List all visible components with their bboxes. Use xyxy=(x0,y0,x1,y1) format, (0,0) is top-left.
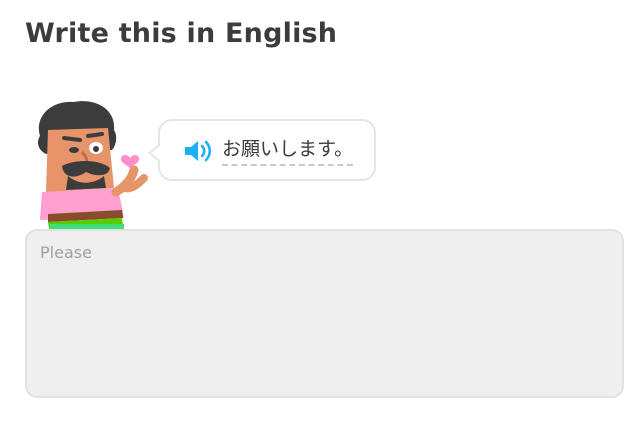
page-title: Write this in English xyxy=(25,18,338,49)
character-illustration xyxy=(38,101,148,234)
exercise-page: Write this in English お願いします。 Please xyxy=(0,0,644,430)
speech-bubble-tail-inner xyxy=(151,145,161,161)
speaker-icon[interactable] xyxy=(182,137,214,165)
answer-input[interactable] xyxy=(25,229,624,398)
prompt-text[interactable]: お願いします。 xyxy=(222,136,354,166)
